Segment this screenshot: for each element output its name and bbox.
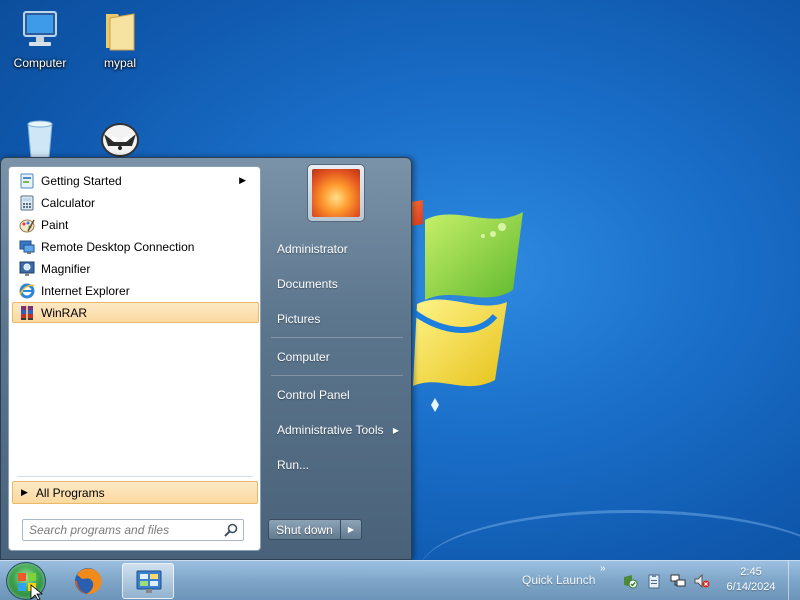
start-item-administrator[interactable]: Administrator bbox=[269, 237, 405, 261]
internet-explorer-icon bbox=[19, 283, 35, 298]
mypal-browser-icon bbox=[98, 118, 142, 162]
taskbar-firefox-button[interactable] bbox=[62, 563, 114, 599]
firefox-icon bbox=[75, 568, 102, 595]
search-input[interactable] bbox=[29, 523, 223, 537]
menu-separator bbox=[271, 337, 403, 338]
program-label: Magnifier bbox=[41, 261, 91, 276]
user-picture[interactable] bbox=[307, 164, 365, 222]
start-item-label: Pictures bbox=[277, 312, 321, 326]
all-programs-divider bbox=[17, 476, 253, 477]
remote-desktop-icon bbox=[19, 240, 35, 254]
programs-pane: Getting Started ▶ Calculator Paint Remot… bbox=[8, 166, 261, 551]
desktop-icon-label: mypal bbox=[103, 56, 136, 70]
start-item-label: Administrative Tools bbox=[277, 423, 384, 437]
start-item-documents[interactable]: Documents bbox=[269, 272, 405, 296]
search-box[interactable] bbox=[22, 519, 244, 541]
menu-separator bbox=[271, 375, 403, 376]
start-item-label: Control Panel bbox=[277, 388, 350, 402]
shutdown-button-group: Shut down ▶ bbox=[268, 519, 362, 540]
program-remote-desktop[interactable]: Remote Desktop Connection bbox=[12, 236, 259, 257]
start-item-label: Computer bbox=[277, 350, 330, 364]
computer-icon bbox=[18, 8, 62, 52]
start-item-computer[interactable]: Computer bbox=[269, 345, 405, 369]
calculator-icon bbox=[20, 195, 34, 210]
program-getting-started[interactable]: Getting Started ▶ bbox=[12, 170, 259, 191]
volume-muted-icon[interactable] bbox=[694, 573, 710, 589]
submenu-arrow-icon: ▶ bbox=[239, 175, 246, 185]
start-item-administrative-tools[interactable]: Administrative Tools ▶ bbox=[269, 418, 405, 442]
action-center-icon[interactable] bbox=[622, 573, 638, 589]
search-icon[interactable] bbox=[223, 522, 239, 538]
clock-date: 6/14/2024 bbox=[726, 581, 776, 593]
program-label: Remote Desktop Connection bbox=[41, 239, 195, 254]
windows-flag-icon bbox=[18, 573, 44, 600]
program-label: Internet Explorer bbox=[41, 283, 130, 298]
windows-logo-wallpaper bbox=[395, 190, 555, 420]
program-label: Calculator bbox=[41, 195, 96, 210]
all-programs-button[interactable]: ▶ All Programs bbox=[12, 481, 258, 504]
recycle-bin-icon bbox=[18, 116, 62, 160]
submenu-arrow-icon: ▶ bbox=[392, 425, 399, 435]
shutdown-button[interactable]: Shut down bbox=[269, 520, 341, 539]
network-icon[interactable] bbox=[670, 573, 686, 589]
start-item-label: Run... bbox=[277, 458, 310, 472]
program-calculator[interactable]: Calculator bbox=[12, 192, 259, 213]
paint-icon bbox=[19, 219, 35, 232]
program-magnifier[interactable]: Magnifier bbox=[12, 258, 259, 279]
folder-icon bbox=[98, 8, 142, 52]
start-menu: Getting Started ▶ Calculator Paint Remot… bbox=[0, 157, 412, 560]
show-desktop-button[interactable] bbox=[788, 561, 800, 600]
start-item-label: Administrator bbox=[277, 242, 348, 256]
shutdown-options-arrow-icon[interactable]: ▶ bbox=[341, 520, 361, 539]
winrar-icon bbox=[21, 305, 33, 320]
control-panel-icon bbox=[136, 570, 162, 593]
start-item-run[interactable]: Run... bbox=[269, 453, 405, 477]
quick-launch-expand-icon[interactable]: » bbox=[600, 563, 606, 574]
program-paint[interactable]: Paint bbox=[12, 214, 259, 235]
desktop-icon-label: Computer bbox=[13, 56, 67, 70]
all-programs-label: All Programs bbox=[35, 485, 105, 500]
program-label: Paint bbox=[41, 217, 69, 232]
program-winrar[interactable]: WinRAR bbox=[12, 302, 259, 323]
clipboard-icon[interactable] bbox=[646, 573, 662, 589]
magnifier-icon bbox=[19, 261, 35, 276]
expand-arrow-icon: ▶ bbox=[21, 487, 28, 497]
desktop-icon-mypal-folder[interactable]: mypal bbox=[82, 8, 158, 70]
clock-time: 2:45 bbox=[740, 566, 762, 578]
quick-launch-label[interactable]: Quick Launch bbox=[522, 573, 595, 587]
getting-started-icon bbox=[20, 173, 34, 188]
desktop-icon-computer[interactable]: Computer bbox=[2, 8, 78, 70]
start-button[interactable] bbox=[6, 562, 46, 600]
start-item-control-panel[interactable]: Control Panel bbox=[269, 383, 405, 407]
taskbar-clock[interactable]: 2:45 6/14/2024 bbox=[720, 565, 782, 595]
program-label: Getting Started bbox=[41, 173, 122, 188]
taskbar-control-panel-button[interactable] bbox=[122, 563, 174, 599]
taskbar: Quick Launch » 2:45 6/14/2024 bbox=[0, 560, 800, 600]
program-label: WinRAR bbox=[41, 305, 88, 320]
flower-picture bbox=[312, 169, 360, 217]
start-item-label: Documents bbox=[277, 277, 338, 291]
program-internet-explorer[interactable]: Internet Explorer bbox=[12, 280, 259, 301]
start-item-pictures[interactable]: Pictures bbox=[269, 307, 405, 331]
